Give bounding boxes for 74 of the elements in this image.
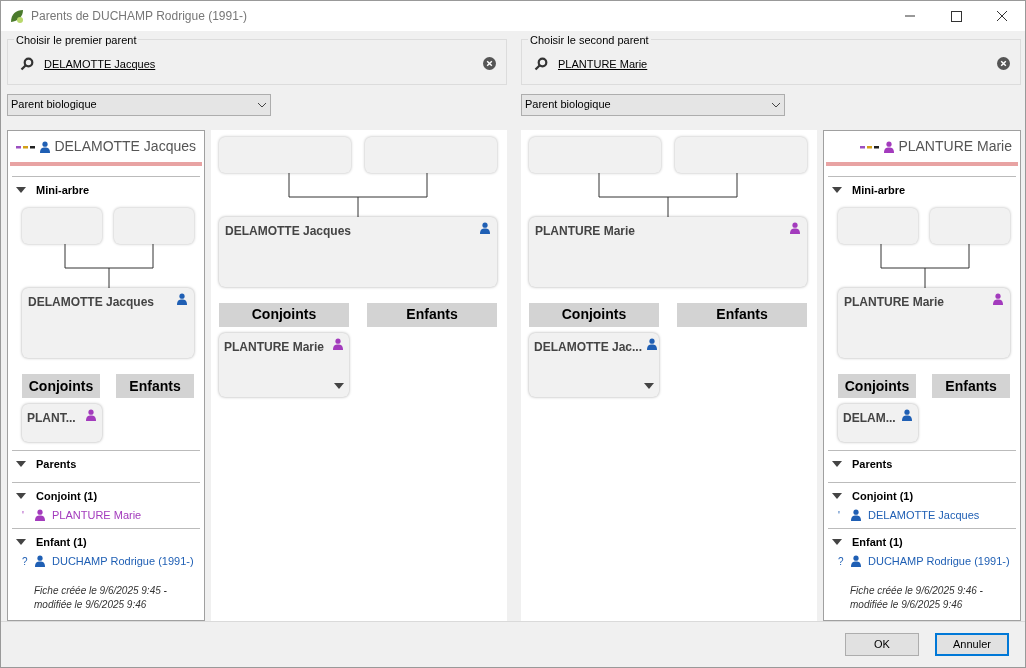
relation-dropdown[interactable]: Parent biologique <box>521 93 785 116</box>
spouse-box[interactable]: DELAM... <box>838 404 918 443</box>
dropdown-caret-icon[interactable] <box>334 382 344 389</box>
chevron-down-icon <box>257 101 267 108</box>
card-title: DELAMOTTE Jacques <box>54 137 196 157</box>
collapse-caret-icon[interactable] <box>16 186 26 193</box>
chooser-label: Choisir le second parent <box>528 33 651 47</box>
section-title[interactable]: Parents <box>852 456 893 473</box>
conjoints-tab[interactable]: Conjoints <box>838 374 916 399</box>
spouse-name: PLANTURE Marie <box>224 338 324 356</box>
section-title[interactable]: Parents <box>36 456 77 473</box>
collapse-caret-icon[interactable] <box>832 461 842 468</box>
section-title[interactable]: Enfant (1) <box>36 533 87 551</box>
dropdown-caret-icon[interactable] <box>644 382 654 389</box>
collapse-caret-icon[interactable] <box>832 538 842 545</box>
dialog-button[interactable]: Annuler <box>935 633 1009 656</box>
person-link[interactable]: PLANTURE Marie <box>52 507 142 524</box>
window-title: Parents de DUCHAMP Rodrigue (1991-) <box>31 8 247 25</box>
row-marker: ? <box>22 554 28 569</box>
spouse-name: DELAM... <box>843 410 896 428</box>
enfants-tab[interactable]: Enfants <box>367 302 497 327</box>
section-title[interactable]: Mini-arbre <box>36 181 90 199</box>
person-link[interactable]: DUCHAMP Rodrigue (1991-) <box>52 553 194 570</box>
conjoints-tab[interactable]: Conjoints <box>219 302 349 327</box>
collapse-caret-icon[interactable] <box>832 186 842 193</box>
person-name: PLANTURE Marie <box>844 294 944 312</box>
record-info-note: Fiche créée le 9/6/2025 9:46 - modifiée le 9/6/2025 9:46 <box>849 583 984 612</box>
row-marker: ' <box>838 508 841 523</box>
person-name: PLANTURE Marie <box>535 222 635 240</box>
selected-parent-link[interactable]: DELAMOTTE Jacques <box>44 55 473 73</box>
section-title[interactable]: Mini-arbre <box>852 181 906 199</box>
enfants-tab[interactable]: Enfants <box>116 374 194 399</box>
person-box[interactable]: DELAMOTTE Jacques <box>219 216 497 287</box>
card-title: PLANTURE Marie <box>898 137 1012 157</box>
section-title[interactable]: Enfant (1) <box>852 533 903 551</box>
search-icon[interactable] <box>20 56 34 71</box>
selected-parent-link[interactable]: PLANTURE Marie <box>558 55 987 73</box>
conjoints-tab[interactable]: Conjoints <box>22 374 100 399</box>
color-dashes-icon <box>860 144 881 149</box>
spouse-box[interactable]: DELAMOTTE Jac... <box>529 332 659 397</box>
row-marker: ' <box>22 508 25 523</box>
chooser-label: Choisir le premier parent <box>14 33 139 47</box>
person-box[interactable]: PLANTURE Marie <box>838 288 1010 359</box>
enfants-tab[interactable]: Enfants <box>932 374 1010 399</box>
clear-icon[interactable] <box>997 57 1010 71</box>
enfants-tab[interactable]: Enfants <box>677 302 807 327</box>
person-name: DELAMOTTE Jacques <box>225 222 352 240</box>
relation-dropdown[interactable]: Parent biologique <box>7 93 271 116</box>
collapse-caret-icon[interactable] <box>16 461 26 468</box>
person-box[interactable]: DELAMOTTE Jacques <box>22 288 194 359</box>
conjoints-tab[interactable]: Conjoints <box>529 302 659 327</box>
search-icon[interactable] <box>534 56 548 71</box>
clear-icon[interactable] <box>483 57 496 71</box>
dialog-button[interactable]: OK <box>845 633 919 656</box>
spouse-box[interactable]: PLANTURE Marie <box>219 332 349 397</box>
collapse-caret-icon[interactable] <box>832 492 842 499</box>
app-leaf-icon <box>9 8 25 24</box>
spouse-name: DELAMOTTE Jac... <box>534 338 643 356</box>
spouse-name: PLANT... <box>27 410 76 428</box>
color-dashes-icon <box>16 144 37 149</box>
person-link[interactable]: DELAMOTTE Jacques <box>868 507 980 524</box>
section-title[interactable]: Conjoint (1) <box>36 487 98 505</box>
person-box[interactable]: PLANTURE Marie <box>529 216 807 287</box>
record-info-note: Fiche créée le 9/6/2025 9:45 - modifiée le 9/6/2025 9:46 <box>33 583 168 612</box>
relation-value: Parent biologique <box>525 97 611 113</box>
person-name: DELAMOTTE Jacques <box>28 294 155 312</box>
collapse-caret-icon[interactable] <box>16 538 26 545</box>
person-link[interactable]: DUCHAMP Rodrigue (1991-) <box>868 553 1010 570</box>
collapse-caret-icon[interactable] <box>16 492 26 499</box>
section-title[interactable]: Conjoint (1) <box>852 487 914 505</box>
row-marker: ? <box>838 554 844 569</box>
chevron-down-icon <box>771 101 781 108</box>
relation-value: Parent biologique <box>11 97 97 113</box>
spouse-box[interactable]: PLANT... <box>22 404 102 443</box>
